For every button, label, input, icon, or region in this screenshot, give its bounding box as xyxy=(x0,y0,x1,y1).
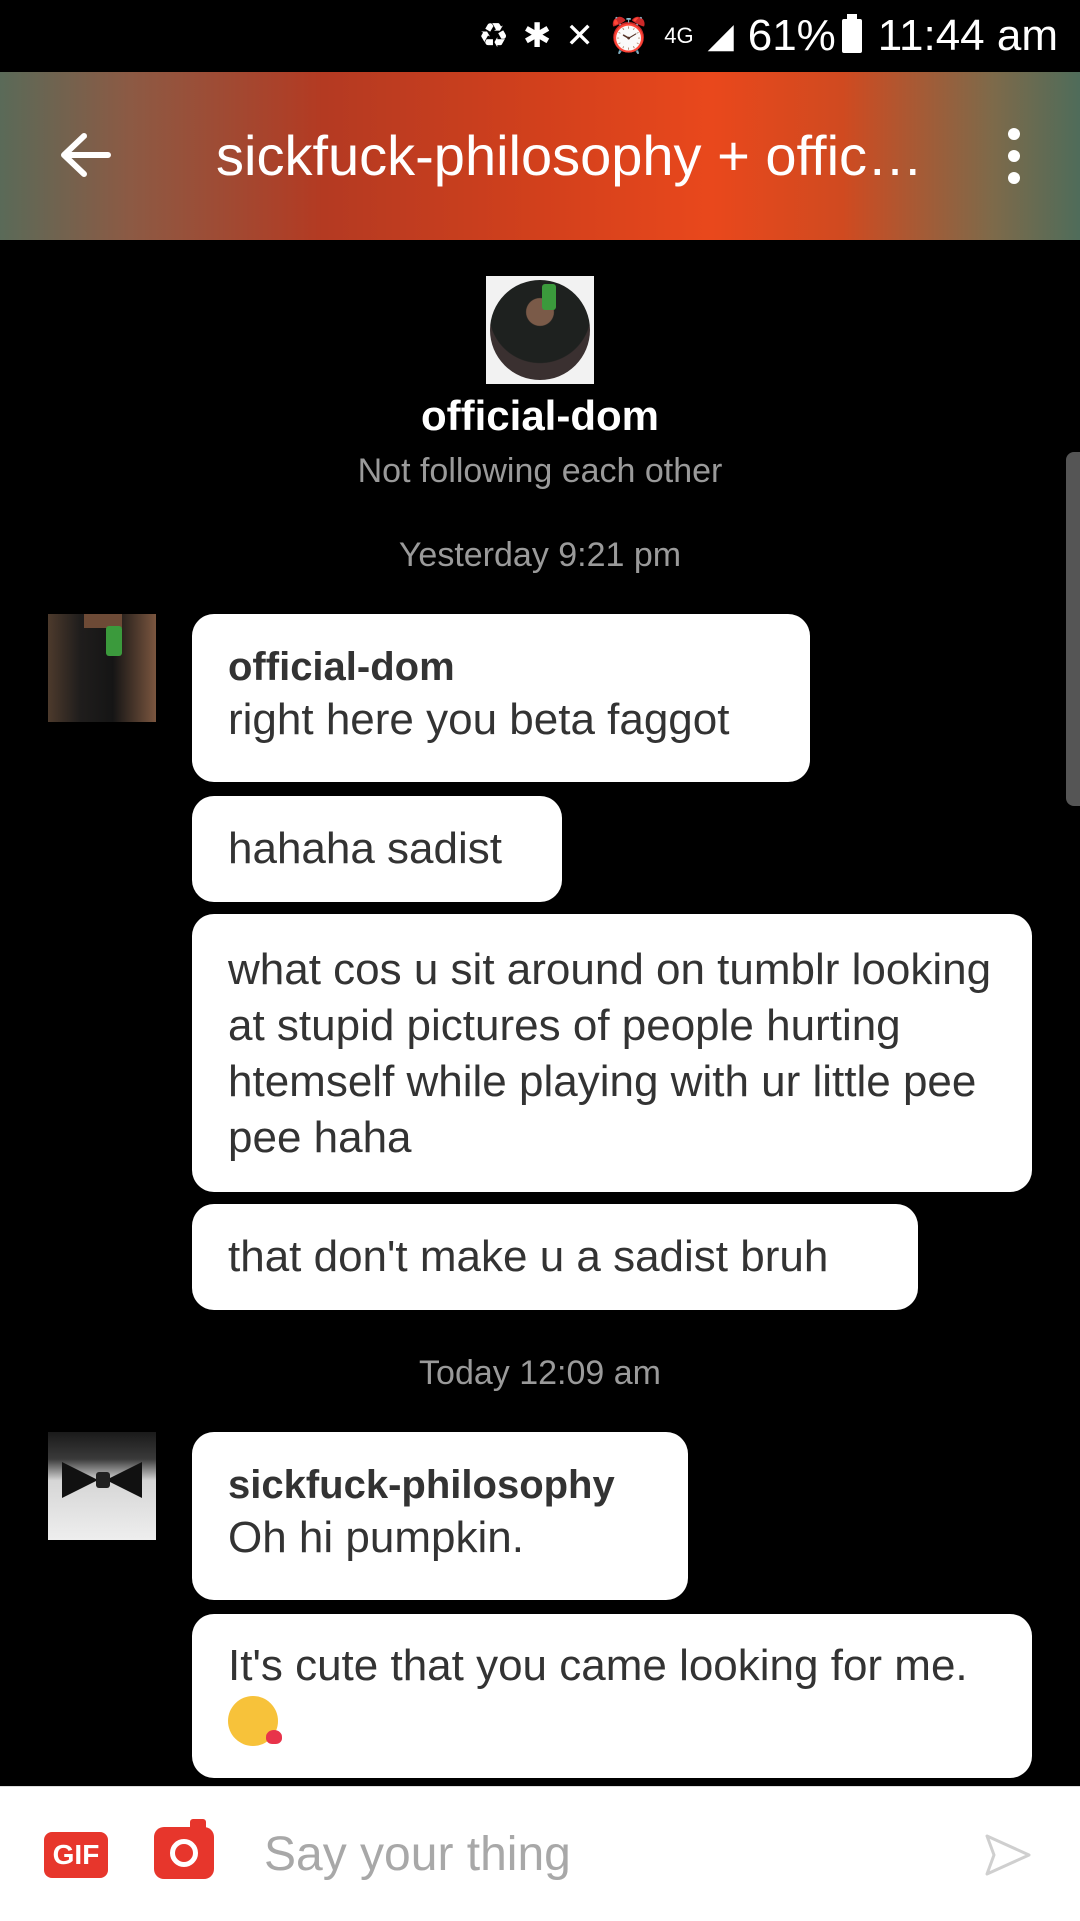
message-text: that don't make u a sadist bruh xyxy=(228,1232,829,1281)
message-composer: GIF xyxy=(0,1786,1080,1921)
gif-button[interactable]: GIF xyxy=(44,1832,108,1878)
message-text: Oh hi pumpkin. xyxy=(228,1513,524,1562)
message-text: what cos u sit around on tumblr looking … xyxy=(228,945,992,1162)
back-arrow-icon[interactable] xyxy=(58,128,112,182)
status-time: 11:44 am xyxy=(877,11,1058,60)
send-icon[interactable] xyxy=(984,1833,1032,1877)
alarm-icon: ⏰ xyxy=(607,17,651,55)
message-bubble[interactable]: that don't make u a sadist bruh xyxy=(192,1204,918,1310)
recycle-icon: ♻ xyxy=(478,17,509,55)
message-bubble[interactable]: official-dom right here you beta faggot xyxy=(192,614,810,782)
message-text: It's cute that you came looking for me. xyxy=(228,1641,968,1690)
status-icons: ♻ ✱ ✕ ⏰ 4G ◢ xyxy=(478,19,733,53)
message-bubble[interactable]: what cos u sit around on tumblr looking … xyxy=(192,914,1032,1192)
message-text: right here you beta faggot xyxy=(228,695,730,744)
message-author: official-dom xyxy=(228,645,455,689)
network-4g-icon: 4G xyxy=(664,23,694,48)
message-input[interactable] xyxy=(262,1817,966,1891)
scroll-indicator[interactable] xyxy=(1066,452,1080,806)
mute-icon: ✕ xyxy=(565,17,594,55)
signal-icon: ◢ xyxy=(707,17,734,55)
battery-percent: 61% xyxy=(747,11,836,60)
timestamp: Yesterday 9:21 pm xyxy=(398,536,682,574)
profile-name[interactable]: official-dom xyxy=(0,392,1080,440)
conversation-header: sickfuck-philosophy + offic… xyxy=(0,72,1080,240)
relationship-status: Not following each other xyxy=(357,452,723,490)
message-bubble[interactable]: It's cute that you came looking for me. xyxy=(192,1614,1032,1778)
battery-icon xyxy=(841,14,862,53)
message-bubble[interactable]: sickfuck-philosophy Oh hi pumpkin. xyxy=(192,1432,688,1600)
bluetooth-icon: ✱ xyxy=(522,17,552,55)
profile-avatar[interactable] xyxy=(486,276,594,384)
message-text: hahaha sadist xyxy=(228,824,502,873)
status-bar: ♻ ✱ ✕ ⏰ 4G ◢ 61% 11:44 am xyxy=(0,0,1080,72)
avatar[interactable] xyxy=(48,614,156,722)
kissing-face-icon xyxy=(228,1696,282,1746)
more-vertical-icon[interactable] xyxy=(1000,128,1028,188)
avatar[interactable] xyxy=(48,1432,156,1540)
conversation-title: sickfuck-philosophy + offic… xyxy=(216,124,924,187)
message-bubble[interactable]: hahaha sadist xyxy=(192,796,562,902)
timestamp: Today 12:09 am xyxy=(419,1354,661,1392)
camera-icon[interactable] xyxy=(154,1819,214,1879)
message-author: sickfuck-philosophy xyxy=(228,1463,615,1507)
